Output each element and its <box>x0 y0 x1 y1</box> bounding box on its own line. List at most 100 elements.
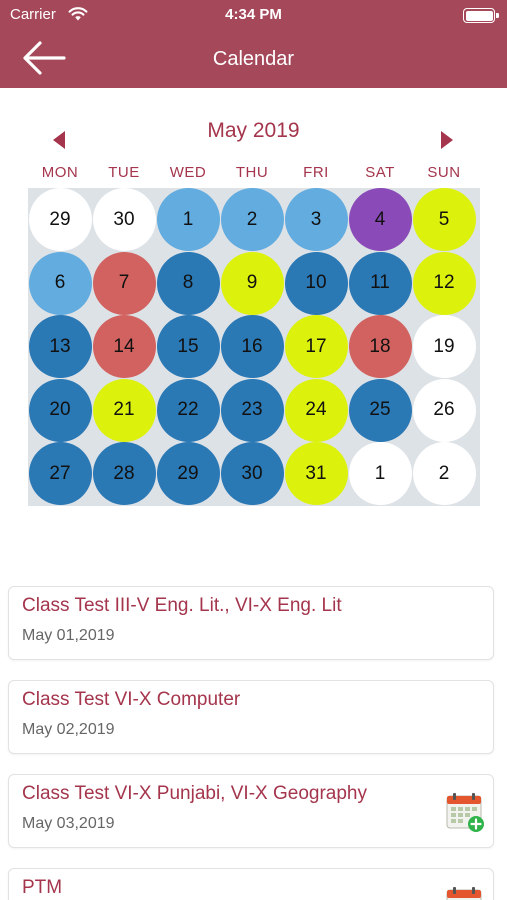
event-date: May 03,2019 <box>22 815 115 832</box>
weekday-label: WED <box>169 164 207 181</box>
calendar-add-icon[interactable] <box>445 885 485 900</box>
calendar-day[interactable]: 8 <box>156 251 220 316</box>
calendar-day[interactable]: 3 <box>284 188 348 252</box>
page-title: Calendar <box>212 48 295 70</box>
calendar-day-number: 27 <box>28 442 92 506</box>
calendar-day[interactable]: 18 <box>348 315 412 379</box>
event-title: Class Test VI-X Punjabi, VI-X Geography <box>22 783 367 804</box>
event-card[interactable]: Class Test III-V Eng. Lit., VI-X Eng. Li… <box>8 586 494 660</box>
calendar-day[interactable]: 1 <box>156 188 220 252</box>
calendar-day[interactable]: 29 <box>156 442 220 506</box>
calendar-day-number: 14 <box>92 315 156 379</box>
status-bar: Carrier 4:34 PM <box>0 0 507 32</box>
calendar-day[interactable]: 4 <box>348 188 412 252</box>
calendar-day[interactable]: 31 <box>284 442 348 506</box>
calendar-day-number: 30 <box>92 188 156 252</box>
calendar-day-number: 13 <box>28 315 92 379</box>
calendar-day[interactable]: 14 <box>92 315 156 379</box>
calendar-day-number: 18 <box>348 315 412 379</box>
calendar-day-number: 21 <box>92 378 156 442</box>
calendar-day-number: 22 <box>156 378 220 442</box>
calendar-day-number: 30 <box>220 442 284 506</box>
calendar-day-number: 29 <box>28 188 92 252</box>
calendar-day[interactable]: 7 <box>92 251 156 316</box>
calendar-day-number: 1 <box>156 188 220 252</box>
calendar-day-number: 23 <box>220 378 284 442</box>
calendar-day[interactable]: 23 <box>220 378 284 443</box>
calendar-day-number: 26 <box>412 378 476 442</box>
calendar-day-number: 28 <box>92 442 156 506</box>
calendar-day[interactable]: 22 <box>156 378 220 443</box>
event-card[interactable]: PTM <box>8 868 494 900</box>
calendar-day-number: 20 <box>28 378 92 442</box>
calendar-day-number: 17 <box>284 315 348 379</box>
calendar-day-number: 11 <box>348 251 412 315</box>
event-card[interactable]: Class Test VI-X Punjabi, VI-X Geography M… <box>8 774 494 848</box>
calendar-day-number: 9 <box>220 251 284 315</box>
month-navigation: May 2019 <box>0 112 507 152</box>
event-title: PTM <box>22 877 63 898</box>
calendar-day[interactable]: 12 <box>412 251 476 316</box>
event-date: May 01,2019 <box>22 627 115 644</box>
event-card[interactable]: Class Test VI-X Computer May 02,2019 <box>8 680 494 754</box>
weekday-label: TUE <box>108 164 140 181</box>
event-date: May 02,2019 <box>22 721 115 738</box>
calendar-day[interactable]: 6 <box>28 251 92 316</box>
calendar-day-number: 16 <box>220 315 284 379</box>
calendar-day[interactable]: 17 <box>284 315 348 379</box>
calendar-day-number: 29 <box>156 442 220 506</box>
calendar-grid: 29 30 1 2 3 4 5 6 7 8 9 10 11 12 13 14 15 16 17 18 19 20 21 22 2… <box>28 188 480 506</box>
calendar-day[interactable]: 29 <box>28 188 92 252</box>
calendar-day-number: 5 <box>412 188 476 252</box>
calendar-day[interactable]: 9 <box>220 251 284 316</box>
calendar-day[interactable]: 21 <box>92 378 156 443</box>
calendar-day[interactable]: 16 <box>220 315 284 379</box>
calendar-day-number: 2 <box>412 442 476 506</box>
calendar-day[interactable]: 25 <box>348 378 412 443</box>
calendar-day-number: 31 <box>284 442 348 506</box>
calendar-day[interactable]: 24 <box>284 378 348 443</box>
event-title: Class Test III-V Eng. Lit., VI-X Eng. Li… <box>22 595 342 616</box>
calendar-day[interactable]: 2 <box>412 442 476 506</box>
calendar-day-number: 19 <box>412 315 476 379</box>
calendar-day[interactable]: 2 <box>220 188 284 252</box>
calendar-day-number: 8 <box>156 251 220 315</box>
next-month-button[interactable] <box>436 130 456 150</box>
calendar-day[interactable]: 1 <box>348 442 412 506</box>
calendar-day-number: 4 <box>348 188 412 252</box>
calendar-day[interactable]: 5 <box>412 188 476 252</box>
calendar-day-number: 6 <box>28 251 92 315</box>
weekday-label: SUN <box>427 164 461 181</box>
battery-icon <box>463 8 499 23</box>
calendar-day-number: 2 <box>220 188 284 252</box>
app-header: Carrier 4:34 PM Calendar <box>0 0 507 88</box>
weekday-label: MON <box>41 164 79 181</box>
weekday-label: THU <box>235 164 269 181</box>
weekday-label: FRI <box>303 164 329 181</box>
calendar-day[interactable]: 10 <box>284 251 348 316</box>
weekday-label: SAT <box>365 164 395 181</box>
weekday-header: MON TUE WED THU FRI SAT SUN <box>28 164 476 186</box>
calendar-day-number: 15 <box>156 315 220 379</box>
calendar-day[interactable]: 30 <box>220 442 284 506</box>
calendar-day-number: 12 <box>412 251 476 315</box>
calendar-day[interactable]: 30 <box>92 188 156 252</box>
month-title: May 2019 <box>207 119 300 142</box>
calendar-day[interactable]: 15 <box>156 315 220 379</box>
calendar-day[interactable]: 20 <box>28 378 92 443</box>
calendar-day[interactable]: 11 <box>348 251 412 316</box>
calendar-day-number: 25 <box>348 378 412 442</box>
calendar-day-number: 1 <box>348 442 412 506</box>
calendar-day-number: 7 <box>92 251 156 315</box>
status-time: 4:34 PM <box>225 6 282 23</box>
calendar-day-number: 3 <box>284 188 348 252</box>
calendar-add-icon[interactable] <box>445 791 485 833</box>
calendar-day-number: 24 <box>284 378 348 442</box>
event-title: Class Test VI-X Computer <box>22 689 241 710</box>
calendar-day[interactable]: 27 <box>28 442 92 506</box>
calendar-day[interactable]: 26 <box>412 378 476 443</box>
calendar-day[interactable]: 13 <box>28 315 92 379</box>
calendar-day[interactable]: 19 <box>412 315 476 379</box>
calendar-day-number: 10 <box>284 251 348 315</box>
calendar-day[interactable]: 28 <box>92 442 156 506</box>
